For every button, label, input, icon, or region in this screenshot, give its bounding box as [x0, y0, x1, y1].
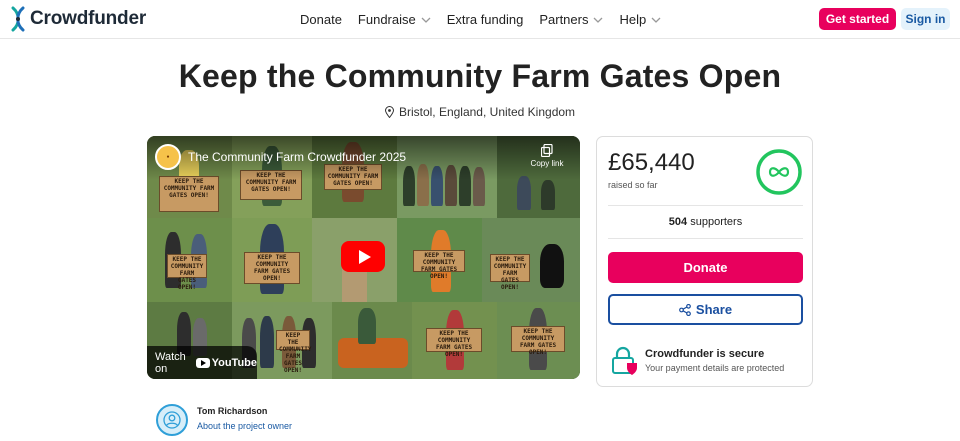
video-collage-photo: KEEP THE COMMUNITY FARM GATES OPEN! [232, 218, 312, 302]
nav-extra-funding-label: Extra funding [446, 12, 524, 27]
crowdfunder-logo-icon [11, 6, 25, 32]
copy-link-label: Copy link [530, 159, 564, 168]
nav-partners[interactable]: Partners [539, 12, 603, 27]
supporters-count: 504 supporters [597, 216, 814, 228]
watch-on-label: Watch on [155, 350, 186, 375]
play-icon [358, 249, 371, 264]
about-owner-link[interactable]: About the project owner [197, 421, 292, 431]
divider [608, 205, 803, 206]
keep-gates-open-sign: KEEP THE COMMUNITY FARM GATES OPEN! [159, 176, 219, 212]
crowdfunder-logo[interactable]: Crowdfunder [10, 6, 146, 32]
keep-gates-open-sign: KEEP THE COMMUNITY FARM GATES OPEN! [490, 254, 530, 291]
nav-extra-funding[interactable]: Extra funding [447, 12, 524, 27]
nav-donate-label: Donate [300, 12, 342, 27]
secure-subtitle: Your payment details are protected [645, 363, 785, 373]
keep-gates-open-sign: KEEP THE COMMUNITY FARM GATES OPEN! [276, 330, 312, 374]
video-title[interactable]: The Community Farm Crowdfunder 2025 [188, 150, 406, 164]
funding-card: £65,440 raised so far 504 supporters Don… [596, 136, 813, 387]
video-collage-photo: KEEP THE COMMUNITY FARM GATES OPEN! [497, 302, 580, 379]
location-text: Bristol, England, United Kingdom [398, 105, 576, 119]
chevron-down-icon [651, 17, 661, 23]
project-video[interactable]: KEEP THE COMMUNITY FARM GATES OPEN! KEEP… [147, 136, 580, 379]
sign-in-button[interactable]: Sign in [901, 8, 950, 30]
keep-gates-open-sign: KEEP THE COMMUNITY FARM GATES OPEN! [426, 328, 482, 358]
share-icon [679, 303, 691, 316]
map-pin-icon [384, 106, 394, 118]
nav-donate[interactable]: Donate [300, 12, 342, 27]
page-title: Keep the Community Farm Gates Open [178, 58, 782, 94]
nav-fundraise[interactable]: Fundraise [358, 12, 431, 27]
video-collage-photo: KEEP THE COMMUNITY FARM GATES OPEN! [397, 218, 482, 302]
donate-button[interactable]: Donate [608, 252, 803, 283]
get-started-button[interactable]: Get started [819, 8, 896, 30]
copy-icon [541, 144, 553, 157]
keep-gates-open-sign: KEEP THE COMMUNITY FARM GATES OPEN! [244, 252, 300, 284]
nav-partners-label: Partners [539, 12, 589, 27]
infinity-icon [756, 149, 802, 195]
supporters-label: supporters [690, 216, 743, 228]
main-nav: Donate Fundraise Extra funding Partners … [300, 0, 677, 39]
raised-label: raised so far [608, 180, 658, 190]
youtube-icon [195, 357, 210, 368]
chevron-down-icon [594, 17, 603, 23]
project-location: Bristol, England, United Kingdom [0, 105, 960, 119]
channel-avatar[interactable]: ● [155, 144, 181, 170]
user-icon [163, 411, 181, 429]
top-navigation-bar: Crowdfunder Donate Fundraise Extra fundi… [0, 0, 960, 39]
keep-gates-open-sign: KEEP THE COMMUNITY FARM GATES OPEN! [511, 326, 565, 356]
supporters-number: 504 [668, 216, 688, 228]
watch-on-youtube-button[interactable]: Watch on YouTube [147, 346, 257, 379]
nav-help[interactable]: Help [619, 12, 661, 27]
logo-text: Crowdfunder [30, 8, 147, 29]
keep-gates-open-sign: KEEP THE COMMUNITY FARM GATES OPEN! [167, 254, 207, 291]
amount-raised: £65,440 [608, 149, 695, 176]
chevron-down-icon [421, 17, 431, 23]
play-button[interactable] [341, 241, 385, 272]
youtube-logo: YouTube [195, 356, 257, 369]
keep-gates-open-sign: KEEP THE COMMUNITY FARM GATES OPEN! [413, 250, 465, 280]
copy-link-button[interactable]: Copy link [527, 144, 567, 168]
owner-avatar[interactable] [156, 404, 188, 436]
secure-lock-icon [612, 346, 637, 375]
video-collage-photo: KEEP THE COMMUNITY FARM GATES OPEN! [147, 218, 232, 302]
video-collage-photo: KEEP THE COMMUNITY FARM GATES OPEN! [482, 218, 580, 302]
video-collage-photo [332, 302, 412, 379]
youtube-label: YouTube [211, 356, 257, 369]
nav-help-label: Help [619, 12, 647, 27]
owner-name: Tom Richardson [197, 406, 268, 416]
video-collage-photo: KEEP THE COMMUNITY FARM GATES OPEN! [412, 302, 497, 379]
share-button[interactable]: Share [608, 294, 803, 325]
nav-fundraise-label: Fundraise [357, 12, 416, 27]
secure-title: Crowdfunder is secure [645, 348, 765, 360]
divider [608, 238, 803, 239]
share-label: Share [695, 302, 733, 317]
